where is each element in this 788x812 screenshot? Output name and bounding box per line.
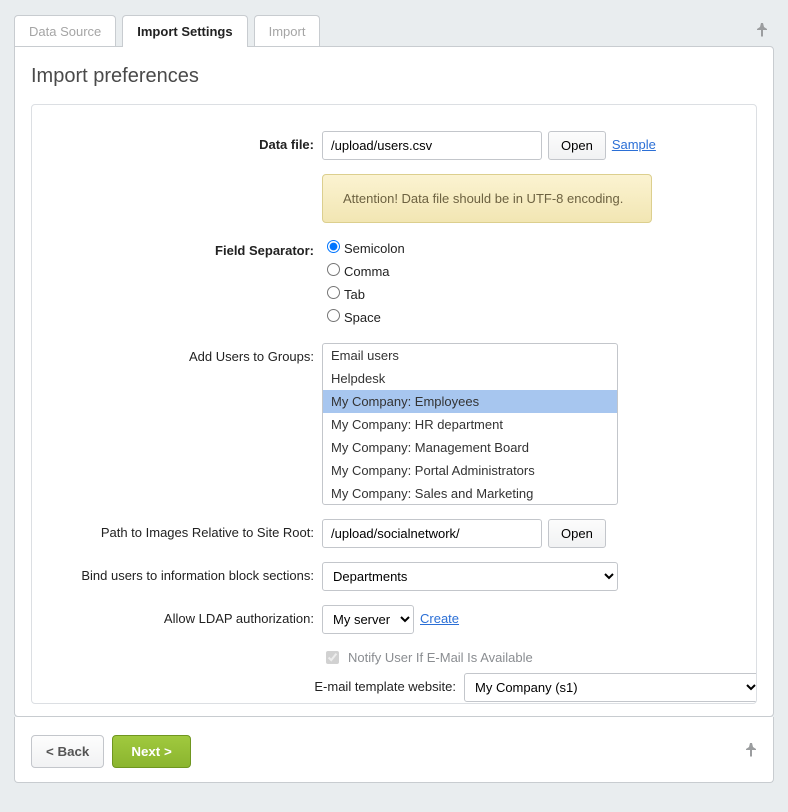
- panel-title: Import preferences: [31, 65, 757, 88]
- notify-label: Notify User If E-Mail Is Available: [348, 650, 533, 665]
- list-item[interactable]: Email users: [323, 344, 617, 367]
- create-ldap-link[interactable]: Create: [420, 605, 459, 626]
- open-images-path-button[interactable]: Open: [548, 519, 606, 548]
- email-template-select[interactable]: My Company (s1): [464, 673, 757, 702]
- separator-radio-group: Semicolon Comma Tab Space: [322, 237, 405, 329]
- import-preferences-panel: Import preferences Data file: Open Sampl…: [14, 46, 774, 717]
- open-data-file-button[interactable]: Open: [548, 131, 606, 160]
- groups-listbox[interactable]: Email usersHelpdeskMy Company: Employees…: [322, 343, 618, 505]
- tab-bar: Data Source Import Settings Import: [0, 0, 788, 47]
- list-item[interactable]: My Company: Sales and Marketing: [323, 482, 617, 505]
- images-path-input[interactable]: [322, 519, 542, 548]
- back-button[interactable]: < Back: [31, 735, 104, 768]
- bind-sections-select[interactable]: Departments: [322, 562, 618, 591]
- label-bind-sections: Bind users to information block sections…: [52, 562, 314, 583]
- label-images-path: Path to Images Relative to Site Root:: [52, 519, 314, 540]
- list-item[interactable]: My Company: Management Board: [323, 436, 617, 459]
- footer-pin-icon[interactable]: [745, 743, 757, 760]
- label-allow-ldap: Allow LDAP authorization:: [52, 605, 314, 626]
- label-data-file: Data file:: [52, 131, 314, 152]
- notify-checkbox: [326, 651, 339, 664]
- footer-bar: < Back Next >: [14, 717, 774, 783]
- list-item[interactable]: My Company: Portal Administrators: [323, 459, 617, 482]
- sample-link[interactable]: Sample: [612, 131, 656, 152]
- list-item[interactable]: My Company: Employees: [323, 390, 617, 413]
- tab-import-settings[interactable]: Import Settings: [122, 15, 247, 47]
- label-field-separator: Field Separator:: [52, 237, 314, 258]
- tab-data-source[interactable]: Data Source: [14, 15, 116, 47]
- ldap-server-select[interactable]: My server: [322, 605, 414, 634]
- radio-semicolon[interactable]: Semicolon: [322, 237, 405, 256]
- radio-space[interactable]: Space: [322, 306, 405, 325]
- pin-icon[interactable]: [756, 23, 774, 40]
- label-email-template: E-mail template website:: [52, 673, 456, 694]
- tab-import[interactable]: Import: [254, 15, 321, 47]
- next-button[interactable]: Next >: [112, 735, 190, 768]
- label-add-users-groups: Add Users to Groups:: [52, 343, 314, 364]
- list-item[interactable]: Helpdesk: [323, 367, 617, 390]
- encoding-notice: Attention! Data file should be in UTF-8 …: [322, 174, 652, 223]
- list-item[interactable]: My Company: HR department: [323, 413, 617, 436]
- radio-comma[interactable]: Comma: [322, 260, 405, 279]
- radio-tab[interactable]: Tab: [322, 283, 405, 302]
- data-file-input[interactable]: [322, 131, 542, 160]
